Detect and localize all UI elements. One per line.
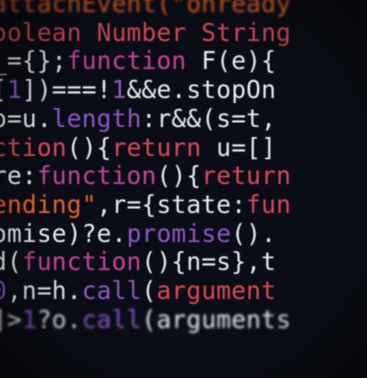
code-line: attachEvent("onready bbox=[0, 0, 367, 19]
code-line: o=u.length:r&&(s=t, bbox=[0, 103, 367, 134]
code-token: 1 bbox=[21, 304, 37, 334]
code-line: _={};function F(e){ bbox=[0, 47, 367, 76]
code-token: _={}; bbox=[0, 46, 67, 76]
code-line: ]>1?o.call(arguments bbox=[0, 304, 367, 335]
code-token: ,n=h. bbox=[6, 276, 82, 306]
code-token: attachEvent( bbox=[0, 0, 172, 18]
code-line: oolean Number String bbox=[0, 17, 367, 48]
code-token: ction bbox=[0, 132, 67, 162]
code-token: d( bbox=[0, 247, 22, 277]
code-line: d(function(){n=s},t bbox=[0, 247, 367, 277]
code-token: fun bbox=[246, 189, 292, 219]
code-token: (arguments bbox=[141, 304, 292, 334]
code-token: [ bbox=[0, 75, 7, 104]
code-token: ,r={state: bbox=[96, 189, 247, 219]
code-token: ?o. bbox=[36, 304, 82, 334]
code-token: return bbox=[111, 132, 217, 162]
code-token: omise)?e. bbox=[0, 218, 127, 248]
code-token: return bbox=[201, 161, 292, 191]
code-token: promise bbox=[126, 218, 232, 248]
code-token: ( bbox=[141, 276, 157, 306]
code-token: ])===! bbox=[21, 75, 112, 105]
code-line: re:function(){return bbox=[0, 161, 367, 191]
code-token: re: bbox=[0, 161, 37, 191]
code-token: &&e.stopOn bbox=[126, 75, 277, 105]
code-token: "onready bbox=[171, 0, 292, 18]
code-token: length bbox=[51, 103, 142, 133]
code-token: (){ bbox=[156, 161, 202, 191]
code-token: u=[] bbox=[216, 132, 277, 162]
code-token: F(e){ bbox=[201, 46, 277, 76]
code-token: call bbox=[81, 276, 142, 306]
code-token: call bbox=[81, 304, 142, 334]
code-token: (){ bbox=[66, 132, 112, 162]
code-line: 0,n=h.call(argument bbox=[0, 276, 367, 306]
code-token: argument bbox=[156, 276, 277, 306]
code-line: ending",r={state:fun bbox=[0, 189, 367, 220]
code-token: function bbox=[36, 161, 157, 191]
code-token: o=u. bbox=[0, 103, 52, 133]
code-token: function bbox=[21, 247, 142, 277]
code-token: function bbox=[66, 46, 202, 76]
code-token: (). bbox=[231, 218, 277, 248]
code-token: ]> bbox=[0, 304, 22, 334]
code-token: (){n=s},t bbox=[141, 247, 277, 277]
code-token: 1 bbox=[111, 75, 127, 105]
code-token: 1 bbox=[6, 75, 22, 105]
code-line: ction(){return u=[] bbox=[0, 132, 367, 163]
code-token: oolean Number String bbox=[0, 17, 292, 47]
code-view: attachEvent("onready oolean Number String… bbox=[0, 0, 367, 334]
code-token: 0 bbox=[0, 276, 7, 305]
code-token: :r&&(s=t, bbox=[141, 103, 277, 133]
code-token: ending" bbox=[0, 189, 97, 219]
code-line: omise)?e.promise(). bbox=[0, 218, 367, 249]
code-line: [1])===!1&&e.stopOn bbox=[0, 75, 367, 105]
